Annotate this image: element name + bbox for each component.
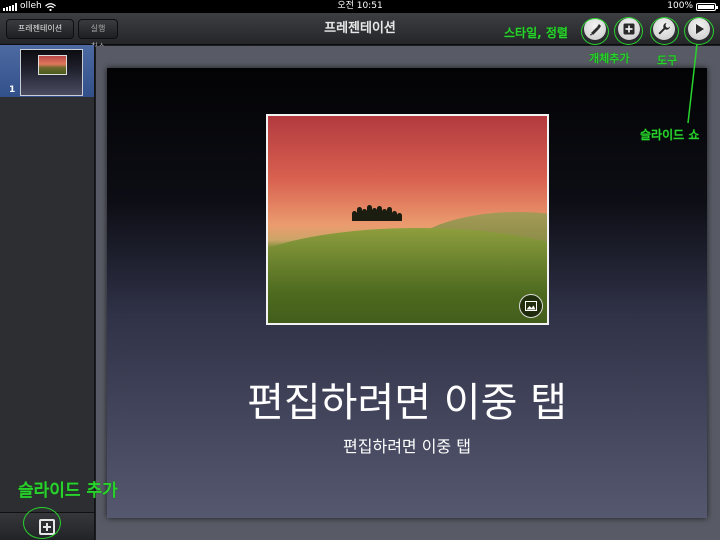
- annotation-style: 스타일, 정렬: [504, 26, 568, 40]
- annotation-slideshow: 슬라이드 쇼: [640, 128, 700, 142]
- annotation-object: 개체추가: [589, 52, 630, 65]
- object-ring: [614, 17, 643, 45]
- annotation-tools: 도구: [657, 54, 678, 67]
- tools-ring: [650, 17, 679, 45]
- annotation-add-slide: 슬라이드 추가: [18, 481, 118, 501]
- annotation-arrow: [687, 43, 698, 124]
- add-slide-ring: [23, 507, 61, 539]
- style-ring: [581, 18, 609, 45]
- slideshow-ring: [684, 17, 714, 45]
